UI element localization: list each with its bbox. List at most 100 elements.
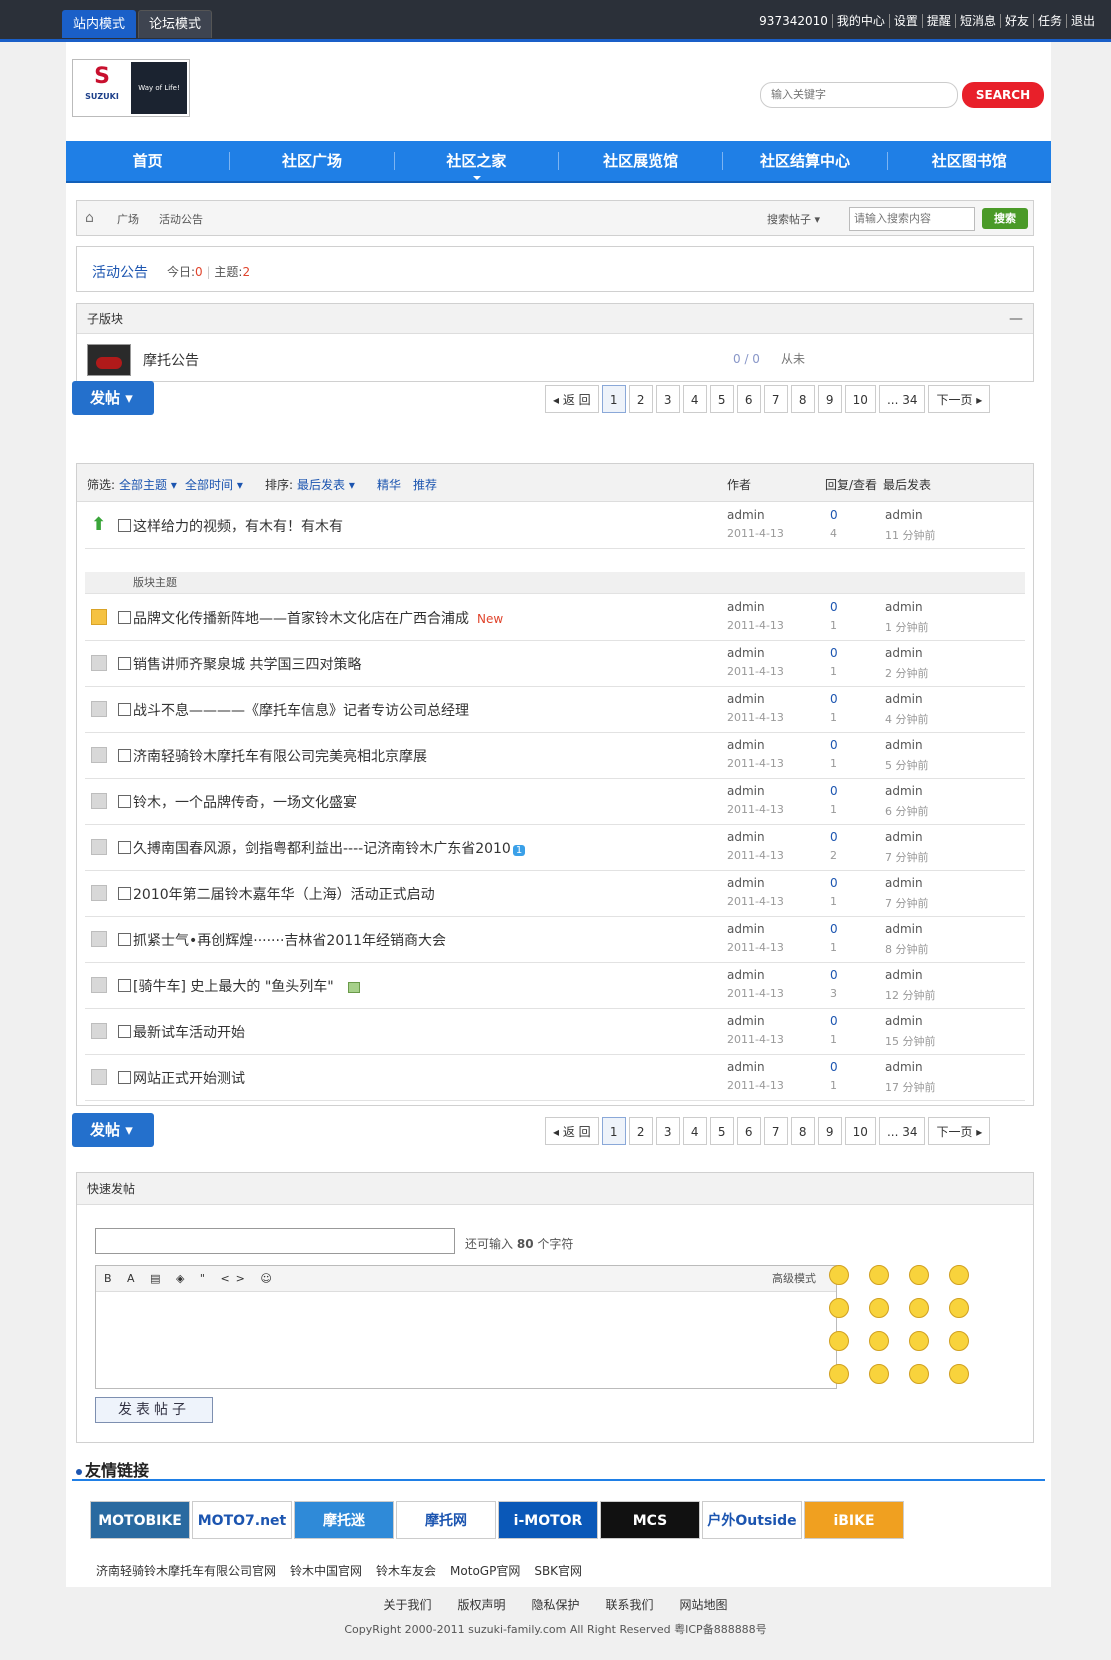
thread-author[interactable]: admin: [727, 830, 765, 844]
top-page-1[interactable]: 1: [601, 385, 626, 413]
thread-replies[interactable]: 0: [830, 830, 838, 844]
subforum-thumbnail[interactable]: [87, 344, 131, 376]
tasks-link[interactable]: 任务: [1032, 14, 1066, 28]
nav-square[interactable]: 社区广场: [230, 152, 395, 170]
thread-checkbox[interactable]: [118, 979, 131, 992]
thread-replies[interactable]: 0: [830, 738, 838, 752]
thread-row[interactable]: 最新试车活动开始 admin 2011-4-13 0 1 admin 15 分钟前: [85, 1008, 1025, 1055]
thread-replies[interactable]: 0: [830, 646, 838, 660]
thread-title[interactable]: 铃木，一个品牌传奇，一场文化盛宴: [133, 795, 357, 811]
bottom-page-11[interactable]: ... 34: [878, 1117, 926, 1145]
footer-link[interactable]: 版权声明: [457, 1598, 505, 1612]
friend-link-logo[interactable]: 户外Outside: [702, 1501, 802, 1539]
thread-checkbox[interactable]: [118, 841, 131, 854]
bottom-page-6[interactable]: 6: [736, 1117, 761, 1145]
top-page-0[interactable]: ◂ 返 回: [545, 385, 599, 413]
thread-author[interactable]: admin: [727, 1014, 765, 1028]
smiley-icon[interactable]: [949, 1298, 969, 1318]
friend-link-logo[interactable]: 摩托迷: [294, 1501, 394, 1539]
thread-replies[interactable]: 0: [830, 784, 838, 798]
notifications-link[interactable]: 提醒: [921, 14, 955, 28]
bottom-page-5[interactable]: 5: [709, 1117, 734, 1145]
thread-title[interactable]: 久搏南国春风源，剑指粤都利益出----记济南铃木广东省2010: [133, 841, 511, 857]
bottom-page-3[interactable]: 3: [655, 1117, 680, 1145]
thread-title[interactable]: 战斗不息————《摩托车信息》记者专访公司总经理: [133, 703, 469, 719]
thread-replies[interactable]: 0: [830, 1060, 838, 1074]
bottom-page-7[interactable]: 7: [763, 1117, 788, 1145]
thread-last-user[interactable]: admin: [885, 1060, 923, 1074]
thread-title[interactable]: 网站正式开始测试: [133, 1071, 245, 1087]
thread-last-user[interactable]: admin: [885, 600, 923, 614]
bottom-page-8[interactable]: 8: [790, 1117, 815, 1145]
subforum-name[interactable]: 摩托公告: [143, 350, 199, 370]
thread-title[interactable]: [骑牛车] 史上最大的 "鱼头列车": [133, 979, 334, 995]
smiley-icon[interactable]: [869, 1331, 889, 1351]
thread-replies[interactable]: 0: [830, 1014, 838, 1028]
smiley-icon[interactable]: [829, 1331, 849, 1351]
thread-checkbox[interactable]: [118, 519, 131, 532]
thread-last-user[interactable]: admin: [885, 692, 923, 706]
thread-title[interactable]: 品牌文化传播新阵地——首家铃木文化店在广西合浦成: [133, 611, 469, 627]
thread-author[interactable]: admin: [727, 922, 765, 936]
thread-row[interactable]: 抓紧士气•再创辉煌·······吉林省2011年经销商大会 admin 2011-4…: [85, 916, 1025, 963]
logout-link[interactable]: 退出: [1065, 14, 1099, 28]
thread-checkbox[interactable]: [118, 1071, 131, 1084]
top-page-12[interactable]: 下一页 ▸: [928, 385, 991, 413]
bottom-page-0[interactable]: ◂ 返 回: [545, 1117, 599, 1145]
bottom-page-4[interactable]: 4: [682, 1117, 707, 1145]
thread-row[interactable]: 品牌文化传播新阵地——首家铃木文化店在广西合浦成 New admin 2011-4-1…: [85, 594, 1025, 641]
thread-last-user[interactable]: admin: [885, 876, 923, 890]
thread-title[interactable]: 抓紧士气•再创辉煌·······吉林省2011年经销商大会: [133, 933, 446, 949]
thread-author[interactable]: admin: [727, 646, 765, 660]
smiley-icon[interactable]: [909, 1265, 929, 1285]
thread-row[interactable]: 网站正式开始测试 admin 2011-4-13 0 1 admin 17 分钟前: [85, 1054, 1025, 1101]
thread-last-user[interactable]: admin: [885, 1014, 923, 1028]
thread-checkbox[interactable]: [118, 611, 131, 624]
thread-replies[interactable]: 0: [830, 968, 838, 982]
top-page-3[interactable]: 3: [655, 385, 680, 413]
bottom-page-1[interactable]: 1: [601, 1117, 626, 1145]
thread-replies[interactable]: 0: [830, 876, 838, 890]
quick-post-editor[interactable]: B A ▤ ◈ " <> ☺ 高级模式: [95, 1265, 837, 1389]
site-search-button[interactable]: SEARCH: [962, 82, 1044, 108]
sort-select[interactable]: 最后发表 ▾: [297, 476, 355, 493]
friend-link-logo[interactable]: 摩托网: [396, 1501, 496, 1539]
submit-post-button[interactable]: 发表帖子: [95, 1397, 213, 1423]
thread-row[interactable]: 久搏南国春风源，剑指粤都利益出----记济南铃木广东省2010 1 admin 201…: [85, 824, 1025, 871]
top-page-2[interactable]: 2: [628, 385, 653, 413]
thread-row[interactable]: 2010年第二届铃木嘉年华（上海）活动正式启动 admin 2011-4-13 0 1 a…: [85, 870, 1025, 917]
messages-link[interactable]: 短消息: [954, 14, 1000, 28]
thread-title[interactable]: 这样给力的视频，有木有！有木有: [133, 516, 343, 536]
friend-link-logo[interactable]: MOTOBIKE: [90, 1501, 190, 1539]
top-page-11[interactable]: ... 34: [878, 385, 926, 413]
footer-link[interactable]: 关于我们: [383, 1598, 431, 1612]
top-page-5[interactable]: 5: [709, 385, 734, 413]
thread-replies[interactable]: 0: [830, 692, 838, 706]
thread-row[interactable]: [骑牛车] 史上最大的 "鱼头列车" admin 2011-4-13 0 3 admin 1…: [85, 962, 1025, 1009]
thread-last-user[interactable]: admin: [885, 738, 923, 752]
settings-link[interactable]: 设置: [888, 14, 922, 28]
thread-last-user[interactable]: admin: [885, 508, 923, 522]
editor-toolbar[interactable]: B A ▤ ◈ " <> ☺: [96, 1266, 836, 1292]
friend-link-logo[interactable]: i-MOTOR: [498, 1501, 598, 1539]
friend-link-logo[interactable]: iBIKE: [804, 1501, 904, 1539]
smiley-icon[interactable]: [829, 1364, 849, 1384]
bottom-page-2[interactable]: 2: [628, 1117, 653, 1145]
breadcrumb-current[interactable]: 活动公告: [159, 211, 203, 227]
site-search-input[interactable]: [760, 82, 958, 108]
nav-home[interactable]: 首页: [66, 152, 231, 170]
smiley-icon[interactable]: [829, 1298, 849, 1318]
quick-post-subject-input[interactable]: [95, 1228, 455, 1254]
smiley-icon[interactable]: [909, 1331, 929, 1351]
thread-last-user[interactable]: admin: [885, 646, 923, 660]
thread-checkbox[interactable]: [118, 657, 131, 670]
friend-text-link[interactable]: MotoGP官网: [450, 1564, 520, 1578]
breadcrumb-square[interactable]: 广场: [117, 211, 139, 227]
thread-checkbox[interactable]: [118, 703, 131, 716]
nav-exhibition[interactable]: 社区展览馆: [559, 152, 724, 170]
thread-title[interactable]: 济南轻骑铃木摩托车有限公司完美亮相北京摩展: [133, 749, 427, 765]
friend-text-link[interactable]: 济南轻骑铃木摩托车有限公司官网: [96, 1564, 276, 1578]
advanced-mode-link[interactable]: 高级模式: [772, 1266, 816, 1292]
new-post-button-bottom[interactable]: 发帖 ▾: [72, 1113, 154, 1147]
friend-link-logo[interactable]: MOTO7.net: [192, 1501, 292, 1539]
